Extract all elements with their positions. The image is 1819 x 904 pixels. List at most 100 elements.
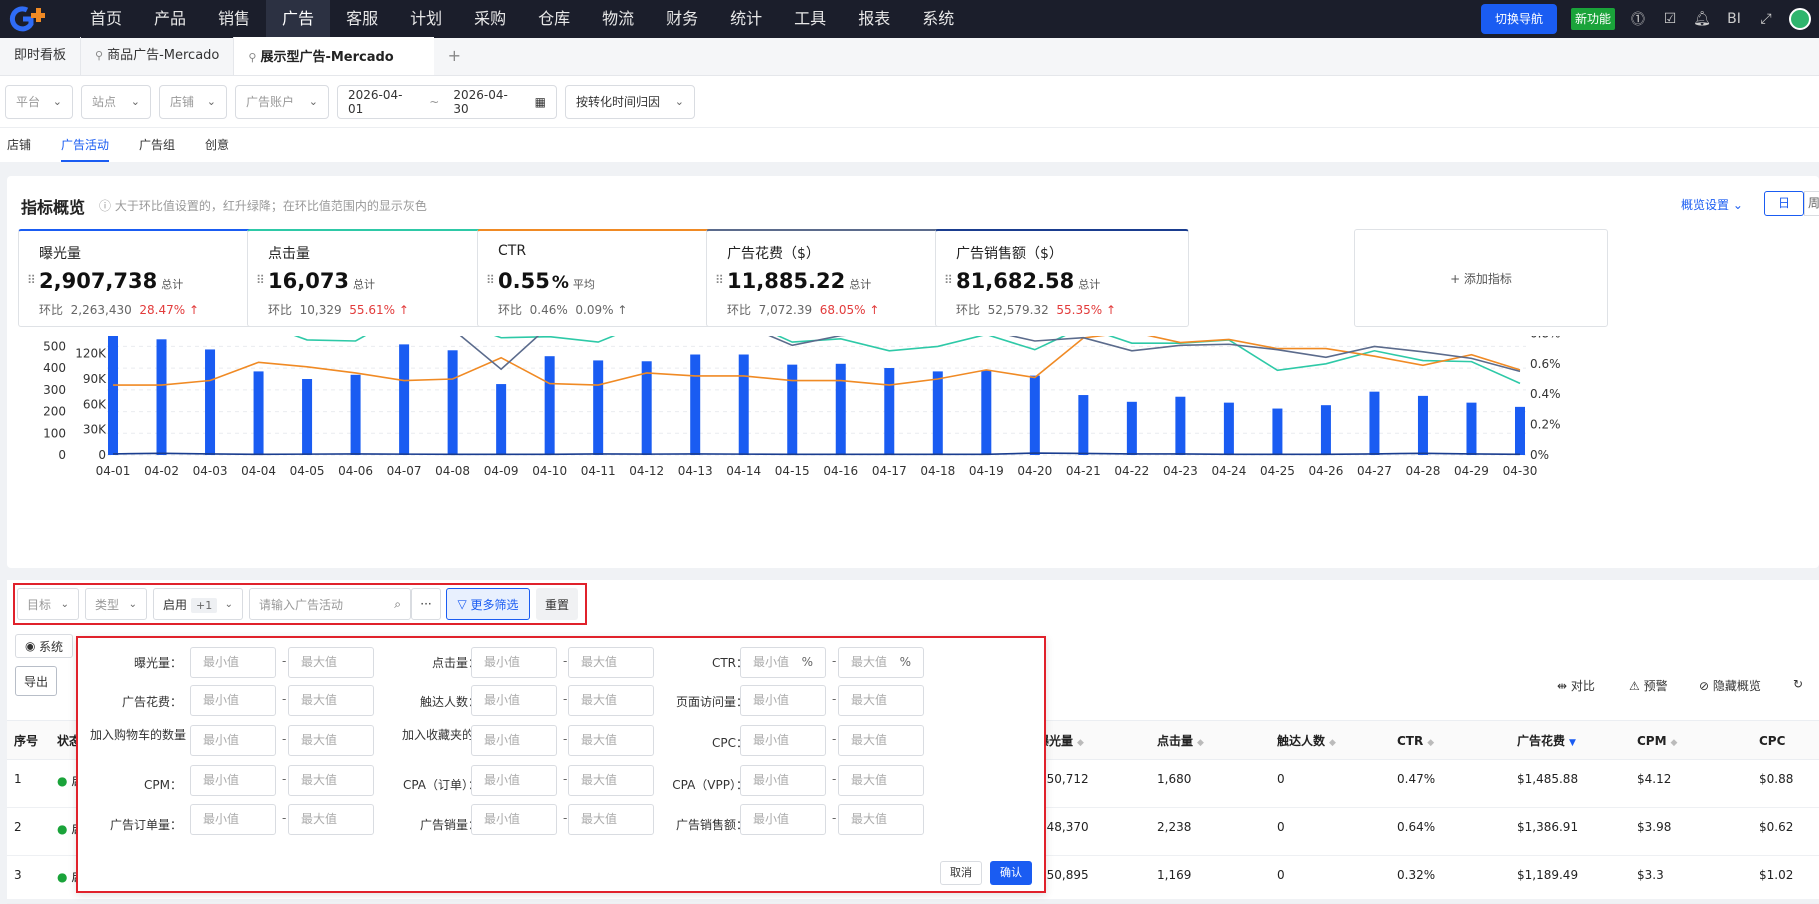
shop-select[interactable]: 店铺 ⌄ [159,84,227,119]
col-cpm[interactable]: CPM ◆ [1637,721,1677,763]
max-value-input[interactable]: 最大值 [838,725,924,756]
nav-item[interactable]: 物流 [586,0,650,38]
min-value-input[interactable]: 最小值% [740,647,826,678]
nav-item[interactable]: 客服 [330,0,394,38]
switch-nav-button[interactable]: 切换导航 [1480,4,1557,34]
metric-card[interactable]: 曝光量 ⠿ 2,907,738 总计 环比 2,263,430 28.47% ↑ [18,229,272,327]
min-value-input[interactable]: 最小值 [740,804,826,835]
metric-card[interactable]: 广告花费（$） ⠿ 11,885.22 总计 环比 7,072.39 68.05% ↑ [706,229,960,327]
goal-select[interactable]: 目标 ⌄ [17,588,79,620]
drag-handle-icon[interactable]: ⠿ [944,273,953,287]
max-value-input[interactable]: 最大值 [568,804,654,835]
bi-icon[interactable]: BI [1725,11,1743,27]
more-filters-button[interactable]: ▽ 更多筛选 [446,588,530,620]
granularity-week-button[interactable]: 周 [1804,191,1819,216]
bell-icon[interactable]: 🔔︎ [1693,11,1711,27]
min-value-input[interactable]: 最小值 [190,804,276,835]
metric-card[interactable]: 广告销售额（$） ⠿ 81,682.58 总计 环比 52,579.32 55.35% … [935,229,1189,327]
col-spend[interactable]: 广告花费 ▼ [1517,721,1576,763]
tab-creative[interactable]: 创意 [205,128,229,162]
nav-item[interactable]: 广告 [266,0,331,38]
min-value-input[interactable]: 最小值 [740,685,826,716]
nav-item[interactable]: 工具 [778,0,842,38]
new-feature-button[interactable]: 新功能 [1570,8,1615,30]
nav-item[interactable]: 统计 [714,0,778,38]
add-tab-button[interactable]: + [434,37,474,75]
col-clicks[interactable]: 点击量 ◆ [1157,721,1204,763]
max-value-input[interactable]: 最大值 [288,685,374,716]
nav-item[interactable]: 销售 [202,0,266,38]
nav-item[interactable]: 计划 [394,0,458,38]
overview-settings-link[interactable]: 概览设置 ⌄ [1681,196,1743,213]
col-reach[interactable]: 触达人数 ◆ [1277,721,1336,763]
platform-select[interactable]: 平台 ⌄ [5,84,73,119]
min-value-input[interactable]: 最小值 [471,804,557,835]
nav-item[interactable]: 采购 [458,0,522,38]
min-value-input[interactable]: 最小值 [471,647,557,678]
drag-handle-icon[interactable]: ⠿ [715,273,724,287]
tab-adgroup[interactable]: 广告组 [139,128,175,162]
tab-dashboard[interactable]: 即时看板 [0,37,80,75]
min-value-input[interactable]: 最小值 [190,647,276,678]
nav-item[interactable]: 仓库 [522,0,586,38]
max-value-input[interactable]: 最大值 [838,765,924,796]
nav-item[interactable]: 系统 [906,0,970,38]
drag-handle-icon[interactable]: ⠿ [256,273,265,287]
fullscreen-icon[interactable]: ⤢ [1757,11,1775,27]
col-ctr[interactable]: CTR ◆ [1397,721,1434,763]
metric-card[interactable]: 点击量 ⠿ 16,073 总计 环比 10,329 55.61% ↑ [247,229,501,327]
status-select[interactable]: 启用 +1 ⌄ [153,588,243,620]
task-icon[interactable]: ☑ [1661,11,1679,27]
avatar[interactable] [1789,8,1811,30]
refresh-icon[interactable]: ↻ [1793,677,1803,691]
type-select[interactable]: 类型 ⌄ [85,588,147,620]
reset-button[interactable]: 重置 [536,588,578,620]
tab-campaign[interactable]: 广告活动 [61,128,110,162]
col-cpc[interactable]: CPC [1759,721,1785,761]
max-value-input[interactable]: 最大值 [568,725,654,756]
min-value-input[interactable]: 最小值 [190,725,276,756]
more-options-button[interactable]: ··· [411,588,441,620]
confirm-button[interactable]: 确认 [990,861,1032,885]
max-value-input[interactable]: 最大值 [568,647,654,678]
nav-item[interactable]: 财务 [650,0,714,38]
campaign-search-input[interactable]: 请输入广告活动 ⌕ [249,588,411,620]
compare-button[interactable]: ⇹ 对比 [1557,677,1595,694]
drag-handle-icon[interactable]: ⠿ [486,273,495,287]
nav-item[interactable]: 报表 [842,0,906,38]
drag-handle-icon[interactable]: ⠿ [27,273,36,287]
max-value-input[interactable]: 最大值 [288,647,374,678]
max-value-input[interactable]: 最大值 [838,685,924,716]
max-value-input[interactable]: 最大值 [288,765,374,796]
min-value-input[interactable]: 最小值 [190,765,276,796]
max-value-input[interactable]: 最大值 [288,725,374,756]
max-value-input[interactable]: 最大值 [838,804,924,835]
min-value-input[interactable]: 最小值 [471,685,557,716]
metric-card[interactable]: CTR ⠿ 0.55% 平均 环比 0.46% 0.09% ↑ [477,229,731,327]
nav-item[interactable]: 产品 [138,0,202,38]
tab-product-ads[interactable]: ⚲ 商品广告-Mercado [80,37,235,75]
min-value-input[interactable]: 最小值 [740,765,826,796]
tab-display-ads[interactable]: ⚲ 展示型广告-Mercado [234,37,435,75]
min-value-input[interactable]: 最小值 [471,725,557,756]
add-metric-card[interactable]: + 添加指标 [1354,229,1608,327]
help-icon[interactable]: ⓵ [1629,9,1647,29]
system-view-button[interactable]: ◉ 系统 [15,634,73,658]
site-select[interactable]: 站点 ⌄ [81,84,151,119]
cancel-button[interactable]: 取消 [940,861,982,885]
export-button[interactable]: 导出 [15,666,57,696]
min-value-input[interactable]: 最小值 [740,725,826,756]
tab-shop[interactable]: 店铺 [7,128,31,162]
ad-account-select[interactable]: 广告账户 ⌄ [235,84,329,119]
attribution-select[interactable]: 按转化时间归因 ⌄ [565,84,695,119]
hide-overview-button[interactable]: ⊘ 隐藏概览 [1699,677,1761,694]
max-value-input[interactable]: 最大值 [568,685,654,716]
max-value-input[interactable]: 最大值% [838,647,924,678]
date-range-picker[interactable]: 2026-04-01 ~ 2026-04-30 ▦ [337,84,557,119]
min-value-input[interactable]: 最小值 [471,765,557,796]
nav-item[interactable]: 首页 [74,0,138,38]
logo[interactable] [8,0,48,38]
max-value-input[interactable]: 最大值 [568,765,654,796]
alert-button[interactable]: ⚠ 预警 [1629,677,1668,694]
min-value-input[interactable]: 最小值 [190,685,276,716]
